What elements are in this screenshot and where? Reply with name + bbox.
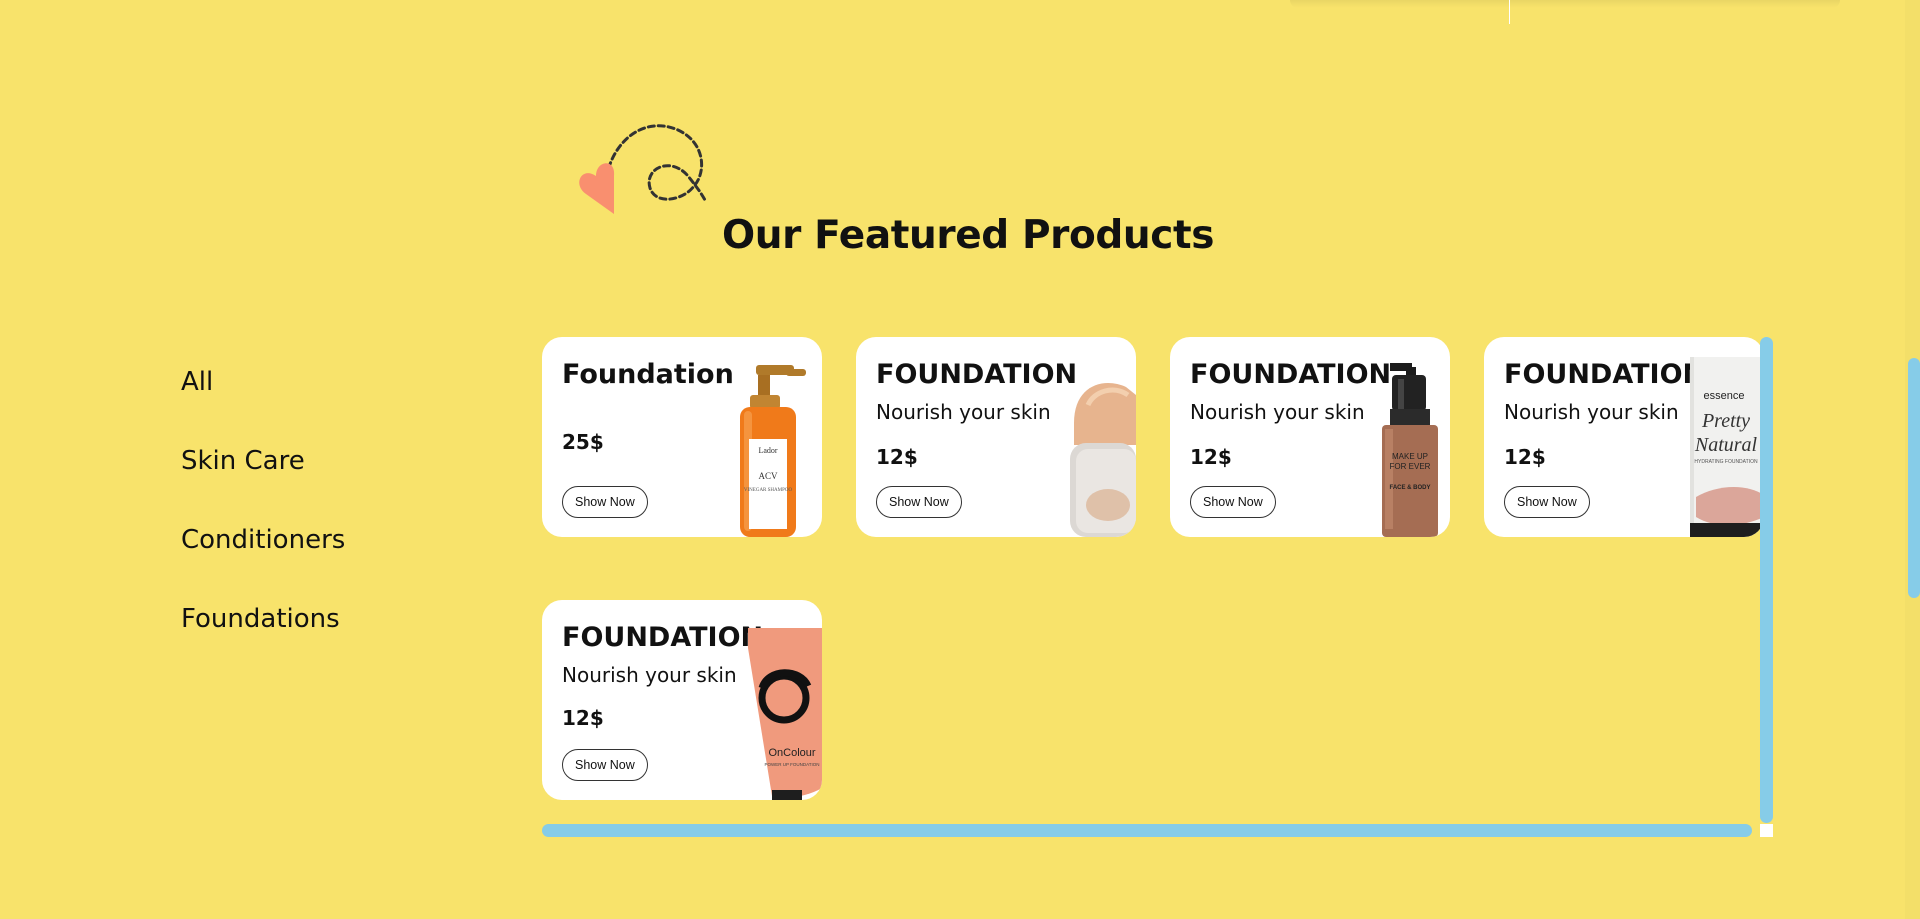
product-title: FOUNDATION [1190,359,1392,390]
grid-vertical-scrollbar[interactable] [1760,337,1773,823]
product-title: FOUNDATION [562,622,764,653]
product-title: FOUNDATION [1504,359,1706,390]
top-divider [1509,0,1510,24]
svg-text:Pretty: Pretty [1701,410,1750,432]
svg-text:MAKE UP: MAKE UP [1392,452,1428,461]
svg-text:Lador: Lador [758,446,777,455]
product-card: FOUNDATION Nourish your skin 12$ Show No… [1170,337,1450,537]
category-list: All Skin Care Conditioners Foundations [181,362,345,678]
foundation-tube-image: essence Pretty Natural HYDRATING FOUNDAT… [1690,357,1764,537]
category-all[interactable]: All [181,362,345,441]
product-price: 12$ [876,445,918,469]
scrollbar-corner [1760,824,1773,837]
top-dropdown-shadow [1290,0,1840,8]
product-grid: Foundation 25$ Show Now Lador ACV VINEGA… [542,337,1764,835]
svg-text:VINEGAR SHAMPOO: VINEGAR SHAMPOO [744,488,793,493]
show-now-button[interactable]: Show Now [876,486,962,518]
page-scrollbar-thumb[interactable] [1908,358,1920,598]
page: Our Featured Products All Skin Care Cond… [0,0,1920,919]
product-card: FOUNDATION Nourish your skin 12$ Show No… [542,600,822,800]
show-now-button[interactable]: Show Now [562,749,648,781]
svg-text:FACE & BODY: FACE & BODY [1389,485,1430,491]
product-subtitle: Nourish your skin [562,663,737,687]
svg-text:Natural: Natural [1694,434,1758,456]
product-price: 12$ [1190,445,1232,469]
svg-text:OnColour: OnColour [768,747,815,759]
svg-text:HYDRATING FOUNDATION: HYDRATING FOUNDATION [1694,459,1758,465]
product-card: Foundation 25$ Show Now Lador ACV VINEGA… [542,337,822,537]
svg-text:FOR EVER: FOR EVER [1390,462,1431,471]
product-title: FOUNDATION [876,359,1078,390]
svg-text:POWER UP FOUNDATION: POWER UP FOUNDATION [764,762,819,767]
category-foundations[interactable]: Foundations [181,599,345,678]
section-title: Our Featured Products [722,213,1215,258]
cream-jar-image [1070,383,1136,537]
product-title: Foundation [562,359,734,390]
category-conditioners[interactable]: Conditioners [181,520,345,599]
oncolour-tube-image: OnColour POWER UP FOUNDATION [748,628,822,800]
product-price: 12$ [1504,445,1546,469]
show-now-button[interactable]: Show Now [1190,486,1276,518]
category-skin-care[interactable]: Skin Care [181,441,345,520]
product-card: FOUNDATION Nourish your skin 12$ Show No… [1484,337,1764,537]
pump-bottle-image: MAKE UP FOR EVER FACE & BODY [1382,363,1438,537]
shampoo-bottle-image: Lador ACV VINEGAR SHAMPOO [740,365,806,537]
product-card: FOUNDATION Nourish your skin 12$ Show No… [856,337,1136,537]
svg-text:essence: essence [1704,390,1745,402]
show-now-button[interactable]: Show Now [1504,486,1590,518]
product-subtitle: Nourish your skin [1504,400,1679,424]
product-subtitle: Nourish your skin [876,400,1051,424]
product-price: 12$ [562,706,604,730]
grid-horizontal-scrollbar[interactable] [542,824,1752,837]
show-now-button[interactable]: Show Now [562,486,648,518]
svg-text:ACV: ACV [758,471,778,481]
product-subtitle: Nourish your skin [1190,400,1365,424]
heart-doodle-icon [579,124,708,214]
product-price: 25$ [562,430,604,454]
